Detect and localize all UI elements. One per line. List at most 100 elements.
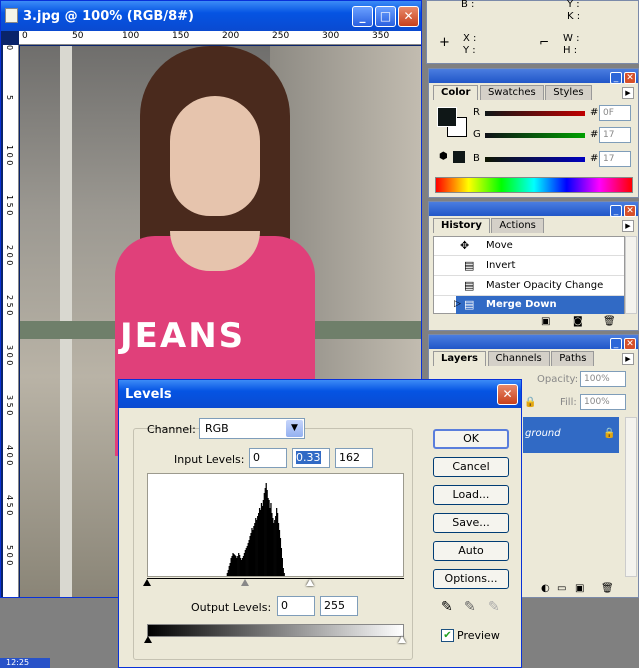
hash-label: # (590, 129, 599, 140)
list-item[interactable]: ▤ Master Opacity Change (434, 276, 624, 296)
maximize-button[interactable]: □ (375, 6, 396, 27)
histogram-bar (285, 576, 286, 577)
black-eyedropper-icon[interactable]: ✎ (441, 599, 453, 615)
channel-r-slider[interactable] (485, 111, 585, 116)
tab-paths[interactable]: Paths (551, 351, 595, 366)
tab-swatches[interactable]: Swatches (479, 85, 544, 100)
levels-titlebar[interactable]: Levels ✕ (119, 380, 521, 408)
ruler-h-label: 350 (372, 31, 390, 41)
output-black-slider[interactable] (144, 636, 152, 643)
ruler-v-label: 1 5 0 (5, 195, 14, 216)
channel-g-input[interactable]: 17 (599, 127, 631, 143)
channel-r-label: R (473, 107, 480, 118)
panel-minimize-button[interactable]: _ (610, 205, 622, 217)
gray-eyedropper-icon[interactable]: ✎ (464, 599, 476, 615)
trash-icon[interactable]: 🗑 (601, 583, 614, 594)
ruler-h-label: 100 (122, 31, 140, 41)
load-button[interactable]: Load... (433, 485, 509, 505)
foreground-color-swatch[interactable] (437, 107, 457, 127)
panel-close-button[interactable]: ✕ (624, 205, 636, 217)
channel-r-input[interactable]: 0F (599, 105, 631, 121)
history-state-icon: ▤ (464, 279, 475, 292)
layer-lock-icon: 🔒 (603, 428, 616, 439)
lock-icon[interactable]: 🔒 (524, 397, 536, 408)
ruler-h-label: 250 (272, 31, 290, 41)
opacity-input[interactable]: 100% (580, 371, 626, 387)
panel-minimize-button[interactable]: _ (610, 338, 622, 350)
tab-color[interactable]: Color (433, 85, 479, 100)
layer-row-selected[interactable]: ground 🔒 (523, 417, 619, 453)
history-panel-titlebar[interactable]: _ ✕ (429, 202, 638, 217)
panel-close-button[interactable]: ✕ (624, 338, 636, 350)
panel-menu-arrow-icon[interactable]: ▶ (622, 353, 634, 365)
layers-panel-titlebar[interactable]: _ ✕ (429, 335, 638, 350)
fill-input[interactable]: 100% (580, 394, 626, 410)
save-button[interactable]: Save... (433, 513, 509, 533)
new-document-from-state-icon[interactable]: ▣ (541, 316, 550, 327)
output-black-field[interactable]: 0 (277, 596, 315, 616)
input-gamma-slider[interactable] (240, 579, 249, 586)
channel-select[interactable]: RGB ▼ (199, 418, 305, 439)
white-eyedropper-icon[interactable]: ✎ (488, 599, 500, 615)
adjustment-layer-icon[interactable]: ◐ (541, 583, 550, 594)
image-window-title: 3.jpg @ 100% (RGB/8#) (23, 9, 194, 24)
input-black-field[interactable]: 0 (249, 448, 287, 468)
tab-layers[interactable]: Layers (433, 351, 486, 366)
ok-button[interactable]: OK (433, 429, 509, 449)
tab-actions[interactable]: Actions (491, 218, 544, 233)
tab-history[interactable]: History (433, 218, 490, 233)
ruler-v-label: 3 0 0 (5, 345, 14, 366)
auto-button[interactable]: Auto (433, 541, 509, 561)
list-item-selected[interactable]: ▤ Merge Down (456, 296, 624, 314)
levels-close-button[interactable]: ✕ (497, 384, 518, 405)
panel-minimize-button[interactable]: _ (610, 72, 622, 84)
panel-menu-arrow-icon[interactable]: ▶ (622, 220, 634, 232)
color-panel-tabs: Color Swatches Styles (433, 85, 592, 101)
output-white-field[interactable]: 255 (320, 596, 358, 616)
history-item-label: Master Opacity Change (486, 280, 604, 291)
channel-g-slider[interactable] (485, 133, 585, 138)
minimize-button[interactable]: _ (352, 6, 373, 27)
histogram-bar (226, 576, 227, 577)
history-list: ✥ Move ▤ Invert ▤ Master Opacity Change … (433, 236, 625, 314)
tab-styles[interactable]: Styles (545, 85, 592, 100)
input-black-slider[interactable] (143, 579, 151, 586)
image-window-titlebar[interactable]: 3.jpg @ 100% (RGB/8#) _ □ ✕ (1, 1, 421, 31)
new-group-icon[interactable]: ▭ (557, 583, 566, 594)
panel-menu-arrow-icon[interactable]: ▶ (622, 87, 634, 99)
cube-warning-icon: ⬢ (439, 151, 448, 162)
input-slider-track (147, 578, 404, 579)
ruler-h-label: 0 (22, 31, 28, 41)
channel-g-label: G (473, 129, 481, 140)
new-layer-icon[interactable]: ▣ (575, 583, 584, 594)
history-item-label: Move (486, 240, 513, 251)
photo-shirt-text: JEANS (120, 316, 246, 356)
input-white-field[interactable]: 162 (335, 448, 373, 468)
channel-b-slider[interactable] (485, 157, 585, 162)
marquee-size-icon: ⌐ (539, 35, 550, 49)
input-gamma-field[interactable]: 0.33 (292, 448, 330, 468)
history-scrollbar[interactable] (625, 236, 637, 314)
layers-scrollbar[interactable] (625, 417, 637, 577)
channel-b-input[interactable]: 17 (599, 151, 631, 167)
list-item[interactable]: ▤ Invert (434, 256, 624, 276)
chevron-down-icon[interactable]: ▼ (286, 420, 303, 437)
history-item-label: Merge Down (486, 299, 557, 310)
color-spectrum-bar[interactable] (435, 177, 633, 193)
input-white-slider[interactable] (306, 579, 315, 586)
options-button[interactable]: Options... (433, 569, 509, 589)
preview-checkbox[interactable]: ✔ (441, 629, 454, 642)
tab-channels[interactable]: Channels (487, 351, 550, 366)
list-item[interactable]: ✥ Move (434, 237, 624, 256)
color-panel-titlebar[interactable]: _ ✕ (429, 69, 638, 84)
levels-dialog[interactable]: Levels ✕ Channel: RGB ▼ Input Levels: 0 … (118, 379, 522, 668)
ruler-v-label: 3 5 0 (5, 395, 14, 416)
websafe-swatch[interactable] (453, 151, 465, 163)
panel-close-button[interactable]: ✕ (624, 72, 636, 84)
close-button[interactable]: ✕ (398, 6, 419, 27)
output-white-slider[interactable] (398, 636, 406, 643)
cancel-button[interactable]: Cancel (433, 457, 509, 477)
history-brush-source-icon[interactable]: ▷ (454, 299, 461, 309)
new-snapshot-icon[interactable]: ◙ (573, 316, 583, 327)
trash-icon[interactable]: 🗑 (603, 316, 616, 327)
